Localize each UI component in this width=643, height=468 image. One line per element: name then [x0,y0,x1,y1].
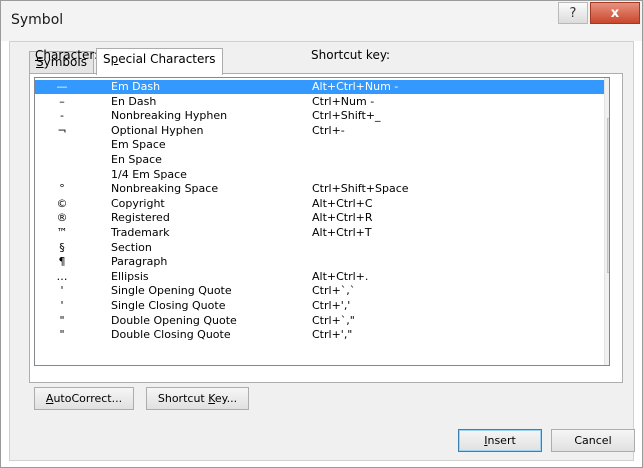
grip-lines-icon: ≡ [608,187,609,194]
tab-label-part: ecial Characters [118,52,216,66]
character-name: Nonbreaking Space [111,182,219,196]
button-label: nsert [487,434,516,447]
list-item[interactable]: ® Registered Alt+Ctrl+R [35,211,604,225]
character-glyph: " [59,313,65,327]
list-item[interactable]: " Double Opening Quote Ctrl+`," [35,314,604,328]
shortcut-key: Alt+Ctrl+Num - [312,80,399,93]
character-name: Em Dash [111,80,161,93]
list-item[interactable]: En Space [35,153,604,167]
list-item[interactable]: " Double Closing Quote Ctrl+'," [35,328,604,342]
button-label: utoCorrect... [53,392,123,405]
list-item[interactable]: … Ellipsis Alt+Ctrl+. [35,270,604,284]
character-glyph: ® [56,211,68,225]
tab-label-part: S [103,52,111,66]
shortcut-column-header: Shortcut key: [311,48,391,62]
shortcut-key: Ctrl+Num - [312,94,375,108]
character-glyph: … [56,269,68,283]
shortcut-key: Alt+Ctrl+T [312,226,372,239]
character-name: Registered [111,211,170,225]
shortcut-key: Ctrl+- [312,123,345,137]
symbol-dialog: Symbol ? x Symbols Special Characters Ch… [0,0,643,468]
list-item[interactable]: 1/4 Em Space [35,168,604,182]
character-name: En Dash [111,94,157,108]
help-button[interactable]: ? [558,2,588,24]
button-label: ey... [214,392,238,405]
list-item[interactable]: © Copyright Alt+Ctrl+C [35,197,604,211]
button-label: Shortcut [157,392,209,405]
window-title: Symbol [11,12,64,28]
character-glyph: - [60,109,64,123]
character-glyph: © [56,196,68,210]
shortcut-key: Alt+Ctrl+. [312,269,369,283]
list-item[interactable]: Em Space [35,138,604,152]
shortcut-key: Ctrl+`," [312,313,355,327]
list-item[interactable]: ¶ Paragraph [35,255,604,269]
character-name: Single Closing Quote [111,299,226,312]
character-glyph: ™ [56,226,68,239]
close-button[interactable]: x [590,2,640,24]
vertical-scrollbar[interactable]: ▲ ≡ ▼ [604,78,609,365]
shortcut-key: Ctrl+Shift+Space [312,182,409,196]
shortcut-key: Alt+Ctrl+C [312,196,373,210]
scroll-down-arrow-icon[interactable]: ▼ [605,348,609,365]
cancel-button[interactable]: Cancel [551,429,635,452]
character-name: Ellipsis [111,269,149,283]
character-name: Section [111,240,152,254]
character-name: Single Opening Quote [111,284,232,298]
scroll-up-arrow-icon[interactable]: ▲ [605,78,609,95]
character-name: Optional Hyphen [111,123,204,137]
character-glyph: ° [59,182,65,196]
list-item[interactable]: – En Dash Ctrl+Num - [35,95,604,109]
character-glyph: ' [60,284,64,298]
character-column-header: Character: [35,48,98,62]
character-name: Em Space [111,138,166,152]
shortcut-key: Ctrl+Shift+_ [312,109,381,123]
character-glyph: — [56,80,68,93]
character-name: Trademark [111,226,170,239]
button-mnemonic: K [208,392,215,405]
character-glyph: § [59,240,65,254]
list-item[interactable]: — Em Dash Alt+Ctrl+Num - [35,80,604,94]
character-name: En Space [111,153,162,166]
list-item[interactable]: ¬ Optional Hyphen Ctrl+- [35,124,604,138]
list-item[interactable]: ™ Trademark Alt+Ctrl+T [35,226,604,240]
autocorrect-button[interactable]: AutoCorrect... [34,387,134,410]
character-glyph: ¶ [58,255,66,269]
shortcut-key: Ctrl+`,` [312,284,356,298]
shortcut-key: Ctrl+'," [312,328,353,342]
shortcut-key: Ctrl+',' [312,299,351,312]
special-characters-list[interactable]: " Double Closing Quote Ctrl+'," " Double Ope… [34,77,610,366]
character-glyph: ' [60,299,64,312]
character-name: Double Opening Quote [111,313,237,327]
character-glyph: " [59,328,65,342]
character-name: Paragraph [111,255,168,269]
shortcut-key: Alt+Ctrl+R [312,211,373,225]
character-name: 1/4 Em Space [111,167,187,181]
title-bar: Symbol ? x [1,1,642,41]
list-item[interactable]: ' Single Opening Quote Ctrl+`,` [35,284,604,298]
scroll-thumb[interactable]: ≡ [607,118,609,273]
header-label: haracter: [43,48,99,62]
character-glyph: ¬ [57,123,67,137]
list-item[interactable]: ° Nonbreaking Space Ctrl+Shift+Space [35,182,604,196]
shortcut-key-button[interactable]: Shortcut Key... [146,387,249,410]
list-item[interactable]: ' Single Closing Quote Ctrl+',' [35,299,604,313]
character-name: Copyright [111,196,165,210]
character-name: Double Closing Quote [111,328,231,342]
list-item[interactable]: § Section [35,241,604,255]
tab-special-characters[interactable]: Special Characters [96,48,223,75]
insert-button[interactable]: Insert [458,429,542,452]
character-name: Nonbreaking Hyphen [111,109,228,123]
list-item[interactable]: - Nonbreaking Hyphen Ctrl+Shift+_ [35,109,604,123]
character-glyph: – [59,94,65,108]
